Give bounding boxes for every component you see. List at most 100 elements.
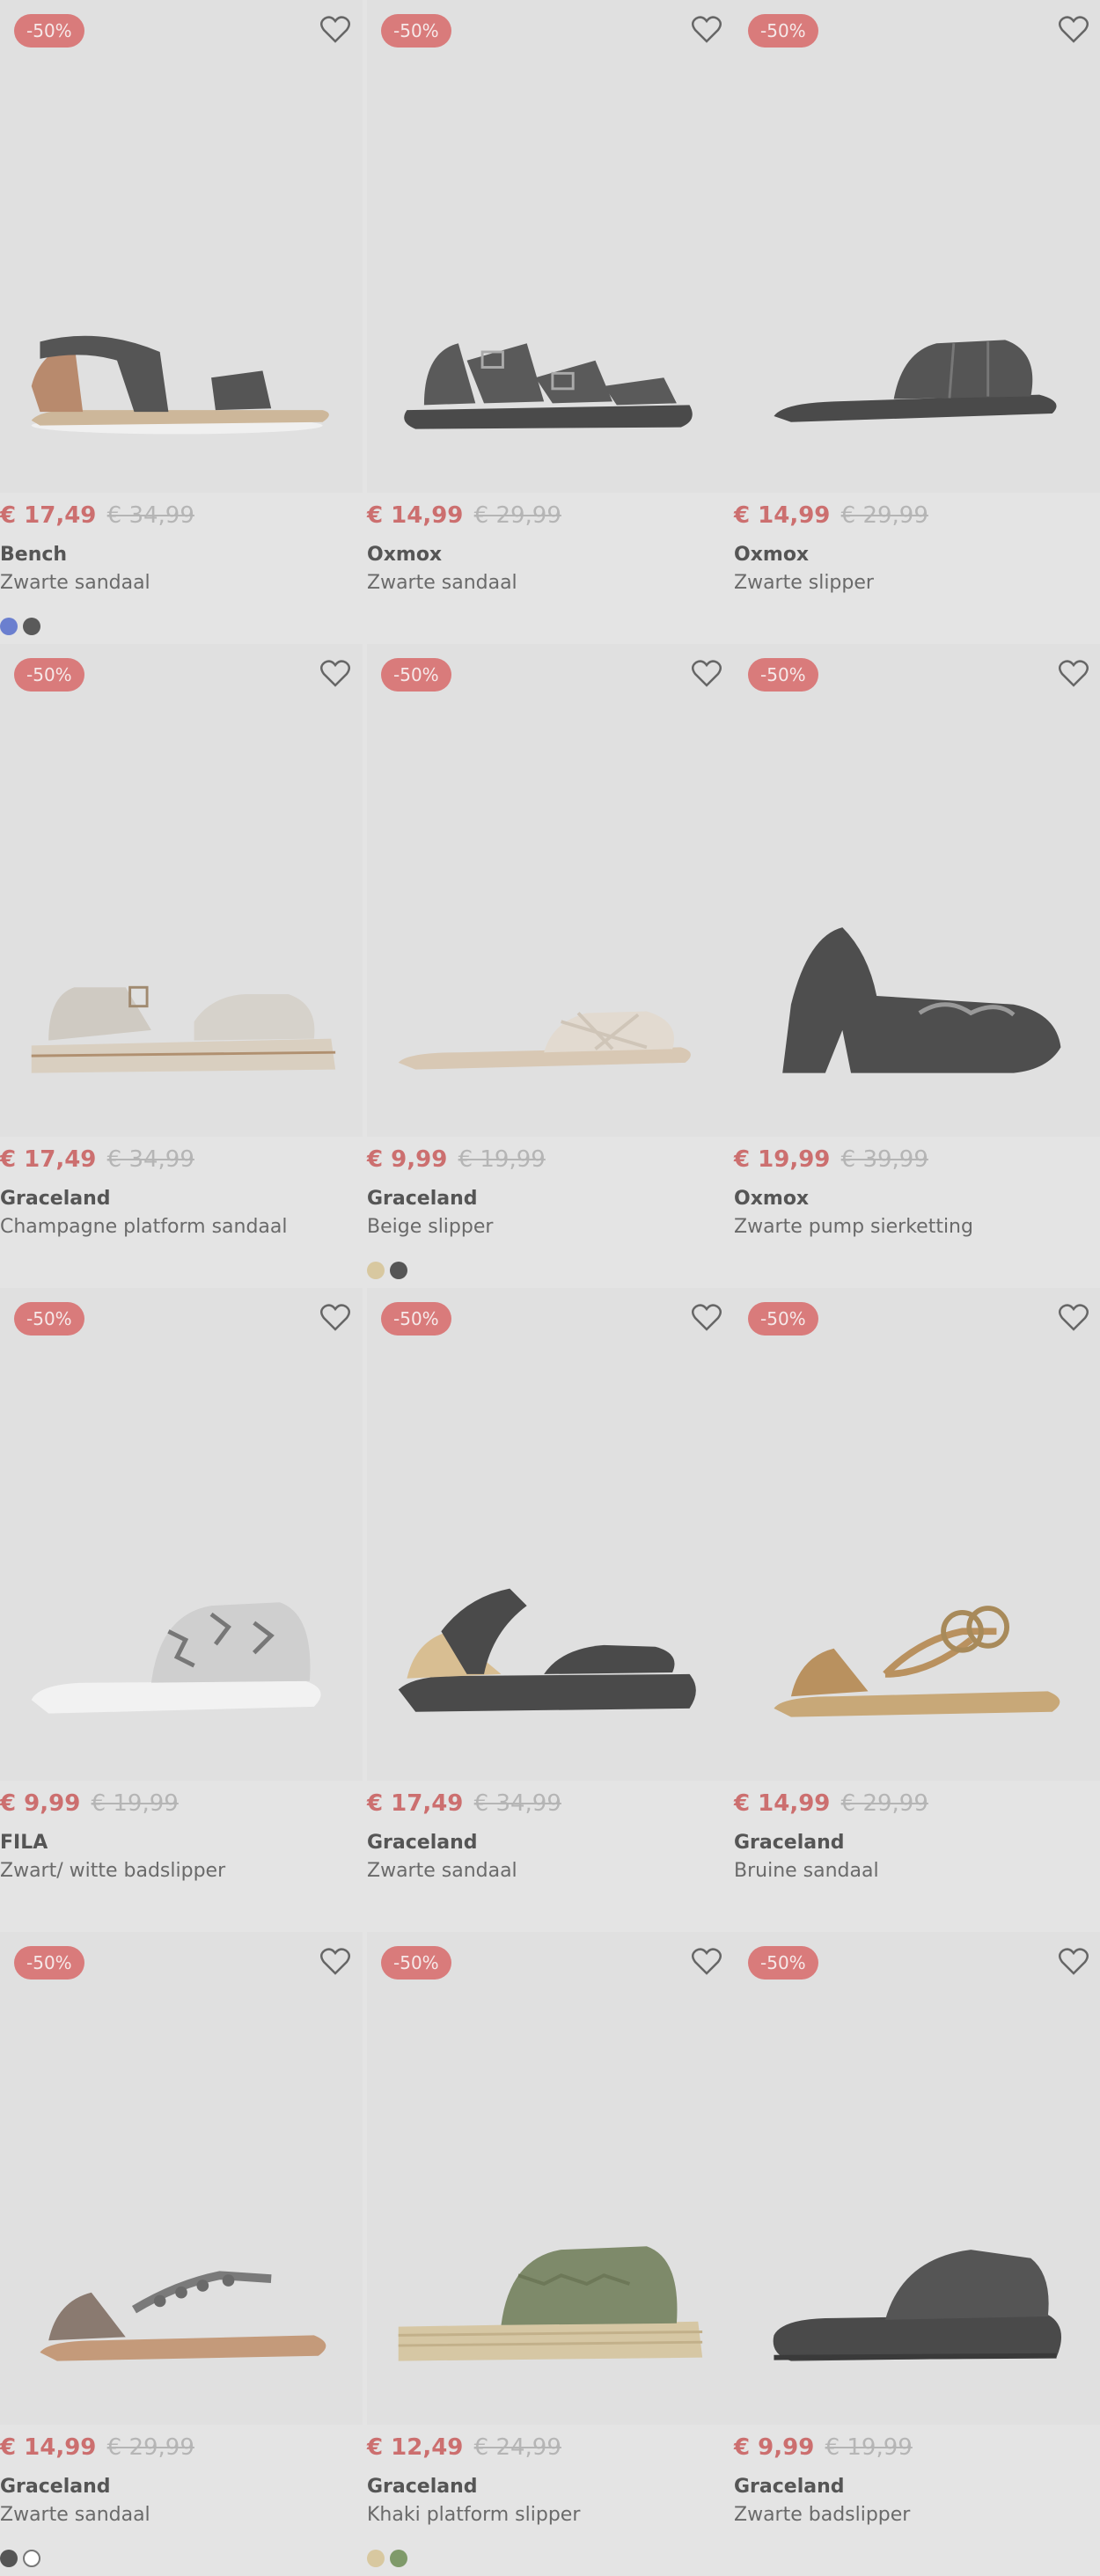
- price: € 14,99 € 29,99: [0, 2432, 194, 2463]
- color-swatch[interactable]: [23, 618, 40, 635]
- price: € 14,99 € 29,99: [734, 1788, 928, 1819]
- product-image[interactable]: -50%: [0, 0, 363, 493]
- product-name[interactable]: Zwarte pump sierketting: [734, 1214, 973, 1240]
- product-brand[interactable]: Bench: [0, 542, 67, 568]
- product-brand[interactable]: FILA: [0, 1830, 48, 1856]
- product-card[interactable]: -50% € 17,49 € 34,99 Bench Zwarte sandaa…: [0, 0, 367, 644]
- color-swatches: [0, 618, 40, 635]
- product-brand[interactable]: Graceland: [734, 1830, 845, 1856]
- sale-price: € 9,99: [367, 1146, 448, 1173]
- product-brand[interactable]: Graceland: [367, 1186, 478, 1212]
- product-card[interactable]: -50% € 19,99 € 39,99 Oxmox Zwarte pump s…: [734, 644, 1100, 1288]
- product-image[interactable]: -50%: [0, 1288, 363, 1781]
- product-image[interactable]: -50%: [367, 644, 734, 1137]
- heart-icon[interactable]: [692, 16, 722, 44]
- price: € 9,99 € 19,99: [367, 1144, 546, 1175]
- original-price: € 39,99: [840, 1146, 928, 1173]
- original-price: € 19,99: [825, 2434, 913, 2461]
- discount-badge: -50%: [381, 658, 451, 692]
- product-name[interactable]: Zwarte sandaal: [0, 570, 150, 596]
- heart-icon[interactable]: [1059, 1304, 1089, 1332]
- product-brand[interactable]: Graceland: [0, 1186, 111, 1212]
- heart-icon[interactable]: [320, 1304, 350, 1332]
- product-brand[interactable]: Oxmox: [734, 542, 809, 568]
- product-brand[interactable]: Graceland: [734, 2474, 845, 2500]
- color-swatch[interactable]: [367, 2550, 385, 2567]
- product-card[interactable]: -50% € 17,49 € 34,99 Graceland Zwarte sa…: [367, 1288, 734, 1932]
- color-swatch[interactable]: [367, 1262, 385, 1279]
- product-name[interactable]: Zwarte sandaal: [367, 1858, 517, 1884]
- discount-badge: -50%: [748, 1302, 818, 1336]
- sale-price: € 19,99: [734, 1146, 831, 1173]
- color-swatch[interactable]: [23, 2550, 40, 2567]
- discount-badge: -50%: [381, 14, 451, 48]
- color-swatch[interactable]: [0, 2550, 18, 2567]
- product-card[interactable]: -50% € 14,99 € 29,99 Graceland Bruine sa…: [734, 1288, 1100, 1932]
- color-swatches: [0, 2550, 40, 2567]
- product-card[interactable]: -50% € 17,49 € 34,99 Graceland Champagne…: [0, 644, 367, 1288]
- badslipper-snake-icon: [31, 1602, 321, 1714]
- product-brand[interactable]: Oxmox: [367, 542, 442, 568]
- original-price: € 29,99: [840, 502, 928, 529]
- heart-icon[interactable]: [1059, 1948, 1089, 1976]
- product-card[interactable]: -50% € 9,99 € 19,99 Graceland Beige slip…: [367, 644, 734, 1288]
- heart-icon[interactable]: [1059, 660, 1089, 688]
- original-price: € 34,99: [106, 502, 194, 529]
- product-image[interactable]: -50%: [734, 1288, 1100, 1781]
- heart-icon[interactable]: [692, 660, 722, 688]
- product-name[interactable]: Champagne platform sandaal: [0, 1214, 288, 1240]
- product-card[interactable]: -50% € 9,99 € 19,99 Graceland Zwarte bad…: [734, 1932, 1100, 2576]
- color-swatches: [367, 1262, 407, 1279]
- product-brand[interactable]: Oxmox: [734, 1186, 809, 1212]
- heart-icon[interactable]: [692, 1304, 722, 1332]
- product-image[interactable]: -50%: [734, 1932, 1100, 2425]
- price: € 17,49 € 34,99: [0, 1144, 194, 1175]
- product-brand[interactable]: Graceland: [367, 1830, 478, 1856]
- sale-price: € 14,99: [734, 502, 831, 529]
- sandal-thong-jewel-icon: [40, 2271, 326, 2361]
- discount-badge: -50%: [748, 14, 818, 48]
- product-name[interactable]: Zwarte badslipper: [734, 2502, 910, 2528]
- color-swatch[interactable]: [0, 618, 18, 635]
- price: € 17,49 € 34,99: [367, 1788, 561, 1819]
- product-image[interactable]: -50%: [734, 644, 1100, 1137]
- product-name[interactable]: Beige slipper: [367, 1214, 493, 1240]
- discount-badge: -50%: [381, 1946, 451, 1980]
- product-brand[interactable]: Graceland: [367, 2474, 478, 2500]
- product-card[interactable]: -50% € 14,99 € 29,99 Oxmox Zwarte slippe…: [734, 0, 1100, 644]
- price: € 19,99 € 39,99: [734, 1144, 928, 1175]
- product-card[interactable]: -50% € 14,99 € 29,99 Oxmox Zwarte sandaa…: [367, 0, 734, 644]
- sandal-wedge-icon: [398, 1588, 696, 1712]
- heart-icon[interactable]: [1059, 16, 1089, 44]
- color-swatch[interactable]: [390, 1262, 407, 1279]
- product-image[interactable]: -50%: [0, 644, 363, 1137]
- heart-icon[interactable]: [320, 660, 350, 688]
- discount-badge: -50%: [14, 14, 84, 48]
- product-name[interactable]: Zwarte slipper: [734, 570, 874, 596]
- slipper-padded-icon: [774, 340, 1057, 422]
- heart-icon[interactable]: [320, 16, 350, 44]
- product-name[interactable]: Zwart/ witte badslipper: [0, 1858, 225, 1884]
- price: € 9,99 € 19,99: [734, 2432, 913, 2463]
- product-name[interactable]: Zwarte sandaal: [0, 2502, 150, 2528]
- product-image[interactable]: -50%: [367, 0, 734, 493]
- product-card[interactable]: -50% € 9,99 € 19,99 FILA Zwart/ witte ba…: [0, 1288, 367, 1932]
- product-brand[interactable]: Graceland: [0, 2474, 111, 2500]
- product-name[interactable]: Khaki platform slipper: [367, 2502, 580, 2528]
- product-card[interactable]: -50% € 12,49 € 24,99 Graceland Khaki pla…: [367, 1932, 734, 2576]
- product-image[interactable]: -50%: [367, 1932, 734, 2425]
- product-name[interactable]: Bruine sandaal: [734, 1858, 879, 1884]
- heart-icon[interactable]: [320, 1948, 350, 1976]
- product-image[interactable]: -50%: [367, 1288, 734, 1781]
- product-image[interactable]: -50%: [0, 1932, 363, 2425]
- sale-price: € 14,99: [0, 2434, 97, 2461]
- slipper-woven-icon: [398, 1011, 691, 1070]
- original-price: € 34,99: [106, 1146, 194, 1173]
- sale-price: € 9,99: [0, 1790, 81, 1817]
- price: € 14,99 € 29,99: [367, 500, 561, 531]
- product-image[interactable]: -50%: [734, 0, 1100, 493]
- product-name[interactable]: Zwarte sandaal: [367, 570, 517, 596]
- heart-icon[interactable]: [692, 1948, 722, 1976]
- color-swatch[interactable]: [390, 2550, 407, 2567]
- product-card[interactable]: -50% € 14,99 € 29,99 Graceland Zwarte sa…: [0, 1932, 367, 2576]
